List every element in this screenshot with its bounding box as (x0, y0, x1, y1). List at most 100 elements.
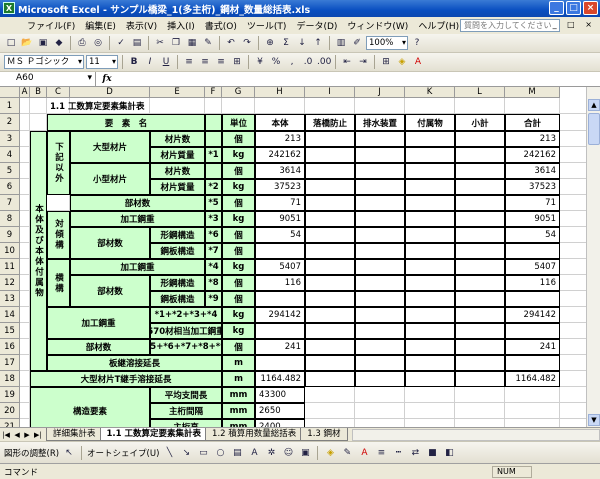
empty-cell[interactable] (355, 179, 405, 195)
body-value-row9[interactable]: 54 (255, 227, 305, 243)
total-value-row14[interactable]: 294142 (505, 307, 560, 323)
column-header-a[interactable]: A (20, 87, 30, 98)
empty-cell[interactable] (405, 227, 455, 243)
3d-style-icon[interactable]: ◧ (442, 446, 456, 460)
empty-cell[interactable] (305, 179, 355, 195)
body-value-row13[interactable] (255, 291, 305, 307)
empty-cell[interactable] (405, 243, 455, 259)
row-header-21[interactable]: 21 (0, 419, 20, 427)
label-equiv570[interactable]: 570材相当加工鋼重 (150, 323, 222, 339)
row-header-6[interactable]: 6 (0, 179, 20, 195)
row-header-10[interactable]: 10 (0, 243, 20, 259)
formula-row16[interactable]: *5+*6+*7+*8+*9 (150, 339, 222, 355)
font-color-draw-icon[interactable]: A (357, 446, 371, 460)
formula-row14[interactable]: *1+*2+*3+*4 (150, 307, 222, 323)
label-part-count-row7[interactable]: 部材数 (70, 195, 205, 211)
chart-wizard-icon[interactable]: ▥ (334, 36, 348, 50)
body-value-row3[interactable]: 213 (255, 131, 305, 147)
help-search-input[interactable]: 質問を入力してください (460, 19, 560, 32)
unit-row19[interactable]: mm (222, 387, 255, 403)
cut-icon[interactable]: ✂ (153, 36, 167, 50)
mark-row10[interactable]: *7 (205, 243, 222, 259)
horizontal-scrollbar[interactable] (351, 428, 600, 441)
empty-cell[interactable] (355, 131, 405, 147)
empty-cell[interactable] (455, 371, 505, 387)
label-web-weld[interactable]: 板継溶接延長 (47, 355, 222, 371)
decrease-decimal-icon[interactable]: .00 (317, 55, 331, 69)
total-value-row12[interactable]: 116 (505, 275, 560, 291)
maximize-button[interactable]: □ (566, 1, 581, 15)
print-preview-icon[interactable]: ◎ (91, 36, 105, 50)
insert-function-icon[interactable]: fx (96, 74, 118, 84)
row-header-18[interactable]: 18 (0, 371, 20, 387)
total-value-row13[interactable] (505, 291, 560, 307)
empty-cell[interactable] (305, 355, 355, 371)
drawing-icon[interactable]: ✐ (350, 36, 364, 50)
empty-cell[interactable] (405, 307, 455, 323)
empty-cell[interactable] (305, 339, 355, 355)
label-girder_spacing[interactable]: 主桁間隔 (150, 403, 222, 419)
picture-icon[interactable]: ▣ (298, 446, 312, 460)
header-drainage[interactable]: 排水装置 (355, 114, 405, 131)
total-value-row6[interactable]: 37523 (505, 179, 560, 195)
draw-menu-button[interactable]: 図形の調整(R) (4, 447, 59, 459)
sheet-title[interactable]: 1.1 工数算定要素集計表 (47, 98, 305, 114)
arrow-style-icon[interactable]: ⇄ (408, 446, 422, 460)
total-value-row7[interactable]: 71 (505, 195, 560, 211)
column-header-j[interactable]: J (355, 87, 405, 98)
hyperlink-icon[interactable]: ⊕ (263, 36, 277, 50)
empty-cell[interactable] (355, 147, 405, 163)
total-value-row11[interactable]: 5407 (505, 259, 560, 275)
vertical-scrollbar[interactable]: ▲ ▼ (586, 87, 600, 427)
autosum-icon[interactable]: Σ (279, 36, 293, 50)
empty-cell[interactable] (455, 147, 505, 163)
font-color-icon[interactable]: A (411, 55, 425, 69)
label-structure-elements[interactable]: 構造要素 (30, 387, 150, 427)
column-header-c[interactable]: C (47, 87, 70, 98)
body-value-row6[interactable]: 37523 (255, 179, 305, 195)
unit-row12[interactable]: 個 (222, 275, 255, 291)
empty-cell[interactable] (305, 243, 355, 259)
arrow-icon[interactable]: ↘ (179, 446, 193, 460)
label-plate_count-row5[interactable]: 材片数 (150, 163, 205, 179)
tab-steel[interactable]: 1.3 鋼材 (300, 428, 348, 441)
empty-cell[interactable] (455, 195, 505, 211)
autoshape-menu-button[interactable]: オートシェイプ(U) (87, 447, 159, 459)
help-icon[interactable]: ? (410, 36, 424, 50)
empty-cell[interactable] (355, 163, 405, 179)
menu-tools[interactable]: ツール(T) (242, 19, 292, 32)
total-value-row9[interactable]: 54 (505, 227, 560, 243)
unit-row18[interactable]: m (222, 371, 255, 387)
label-anti-tilt[interactable]: 対傾構 (47, 211, 70, 259)
unit-row17[interactable]: m (222, 355, 255, 371)
align-right-icon[interactable]: ≡ (214, 55, 228, 69)
empty-cell[interactable] (405, 211, 455, 227)
underline-icon[interactable]: U (159, 55, 173, 69)
line-icon[interactable]: ╲ (162, 446, 176, 460)
empty-cell[interactable] (405, 147, 455, 163)
body-value-row21[interactable]: 2400 (255, 419, 305, 427)
unit-row3[interactable]: 個 (222, 131, 255, 147)
empty-cell[interactable] (355, 227, 405, 243)
unit-row16[interactable]: 個 (222, 339, 255, 355)
label-processed-weight-row11[interactable]: 加工鋼重 (70, 259, 205, 275)
row-header-11[interactable]: 11 (0, 259, 20, 275)
menu-file[interactable]: ファイル(F) (22, 19, 80, 32)
copy-icon[interactable]: ❐ (169, 36, 183, 50)
total-value-row8[interactable]: 9051 (505, 211, 560, 227)
empty-cell[interactable] (405, 291, 455, 307)
comma-icon[interactable]: , (285, 55, 299, 69)
menu-format[interactable]: 書式(O) (200, 19, 242, 32)
column-header-g[interactable]: G (222, 87, 255, 98)
body-value-row15[interactable] (255, 323, 305, 339)
menu-data[interactable]: データ(D) (291, 19, 342, 32)
permission-icon[interactable]: ◆ (52, 36, 66, 50)
row-header-8[interactable]: 8 (0, 211, 20, 227)
empty-cell[interactable] (405, 371, 455, 387)
empty-cell[interactable] (455, 163, 505, 179)
scroll-up-icon[interactable]: ▲ (588, 99, 600, 111)
empty-cell[interactable] (355, 371, 405, 387)
unit-row10[interactable]: 個 (222, 243, 255, 259)
increase-decimal-icon[interactable]: .0 (301, 55, 315, 69)
empty-cell[interactable] (305, 227, 355, 243)
